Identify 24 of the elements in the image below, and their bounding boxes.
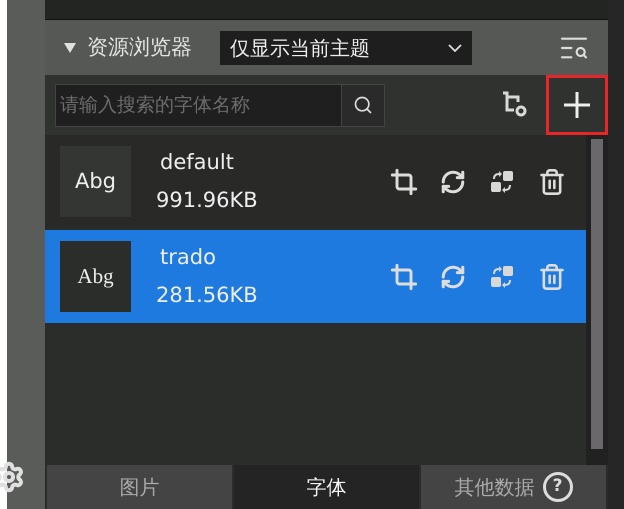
plus-icon — [563, 91, 591, 119]
chevron-icon — [448, 44, 462, 52]
filter-dropdown[interactable]: 仅显示当前主题 — [220, 30, 472, 64]
scrollbar[interactable] — [586, 135, 608, 465]
settings-icon[interactable] — [0, 461, 25, 493]
trash-icon[interactable] — [538, 168, 566, 196]
collapse-triangle-icon[interactable] — [63, 42, 77, 54]
font-preview: Abg — [60, 241, 131, 312]
panel-title: 资源浏览器 — [87, 34, 192, 61]
font-name: default — [159, 149, 235, 176]
refresh-icon[interactable] — [440, 168, 466, 194]
tab[interactable]: 其他数据 ? — [421, 465, 606, 509]
search-button[interactable] — [342, 84, 385, 126]
help-icon[interactable]: ? — [542, 472, 572, 502]
font-size: 281.56KB — [156, 282, 258, 308]
crop-icon[interactable] — [390, 168, 418, 196]
font-name: trado — [159, 244, 217, 271]
font-preview: Abg — [60, 146, 131, 217]
search-icon — [353, 95, 373, 115]
tab[interactable]: 图片 — [47, 465, 232, 509]
add-button[interactable] — [546, 75, 608, 135]
search-field[interactable]: 请输入搜索的字体名称 — [55, 84, 342, 126]
tab[interactable]: 字体 — [234, 465, 419, 509]
font-size: 991.96KB — [156, 186, 258, 214]
